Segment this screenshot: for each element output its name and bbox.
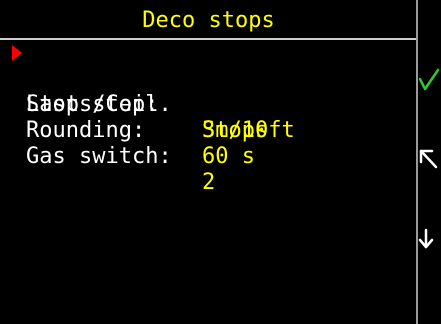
page-title: Deco stops <box>142 8 275 33</box>
menu-item-value: 2 <box>202 170 216 195</box>
back-button[interactable] <box>418 140 441 180</box>
title-bar: Deco stops <box>0 6 417 36</box>
menu-item-stops-ceil[interactable]: Stops/Ceil. Stops <box>0 40 417 143</box>
next-button[interactable] <box>418 220 441 260</box>
check-icon <box>418 68 440 91</box>
selection-cursor-icon <box>12 45 22 61</box>
button-sidebar <box>418 0 441 324</box>
settings-panel: Deco stops Stops/Ceil. Stops Last stop: … <box>0 0 417 324</box>
menu-item-last-stop[interactable]: Last stop: 3m/10ft <box>0 66 417 143</box>
menu-item-value: 60 s <box>202 144 255 169</box>
menu-item-gas-switch[interactable]: Gas switch: 2 <box>0 118 417 195</box>
arrow-up-left-icon <box>419 149 438 169</box>
confirm-button[interactable] <box>418 60 441 100</box>
arrow-down-icon <box>418 228 434 249</box>
device-screen: Deco stops Stops/Ceil. Stops Last stop: … <box>0 0 441 324</box>
menu-item-label: Gas switch: <box>26 144 172 169</box>
settings-menu: Stops/Ceil. Stops Last stop: 3m/10ft Rou… <box>0 40 417 195</box>
menu-item-rounding[interactable]: Rounding: 60 s <box>0 92 417 169</box>
